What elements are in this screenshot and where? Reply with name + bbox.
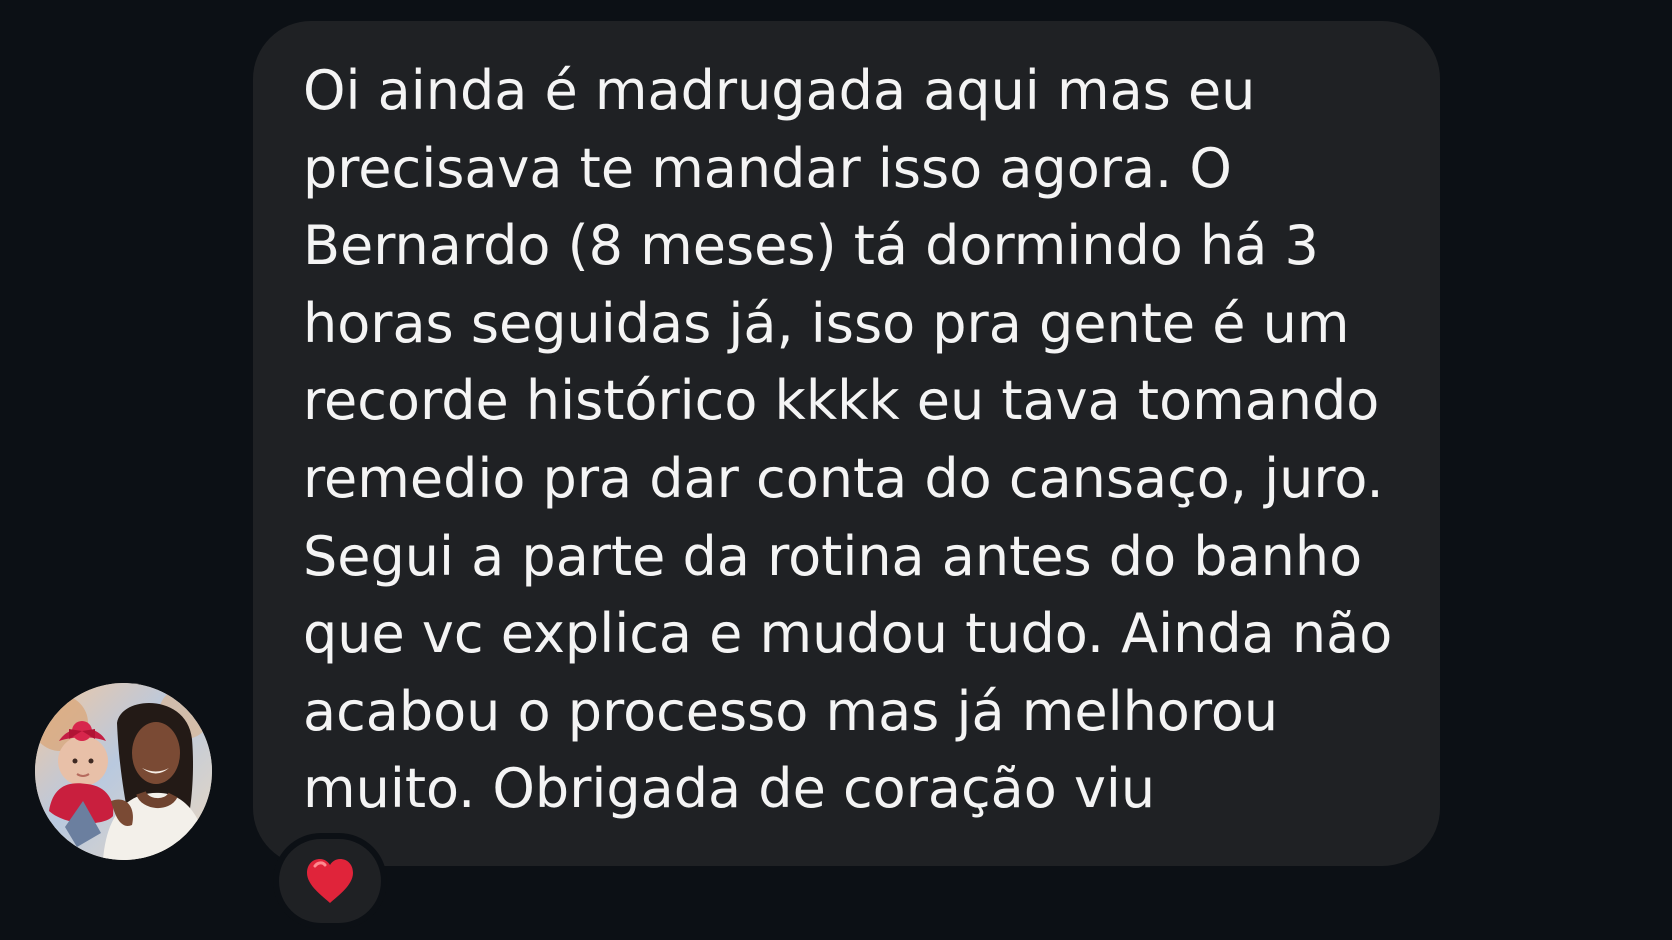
message-text: Oi ainda é madrugada aqui mas eu precisa… [303, 52, 1403, 828]
message-line: Bernardo (8 meses) tá dormindo há 3 [303, 214, 1319, 278]
chat-screen: Oi ainda é madrugada aqui mas eu precisa… [0, 0, 1672, 940]
avatar[interactable] [35, 683, 212, 860]
heart-icon [307, 859, 353, 903]
avatar-photo [35, 683, 212, 860]
message-line: remedio pra dar conta do cansaço, juro. [303, 446, 1384, 510]
message-line: precisava te mandar isso agora. O [303, 136, 1232, 200]
message-line: recorde histórico kkkk eu tava tomando [303, 369, 1380, 433]
reaction-pill[interactable] [273, 833, 387, 929]
message-line: Oi ainda é madrugada aqui mas eu [303, 59, 1256, 122]
message-line: horas seguidas já, isso pra gente é um [303, 291, 1350, 355]
message-line: muito. Obrigada de coração viu [303, 757, 1156, 821]
message-line: Segui a parte da rotina antes do banho [303, 524, 1363, 588]
message-line: que vc explica e mudou tudo. Ainda não [303, 602, 1393, 666]
message-line: acabou o processo mas já melhorou [303, 679, 1279, 743]
